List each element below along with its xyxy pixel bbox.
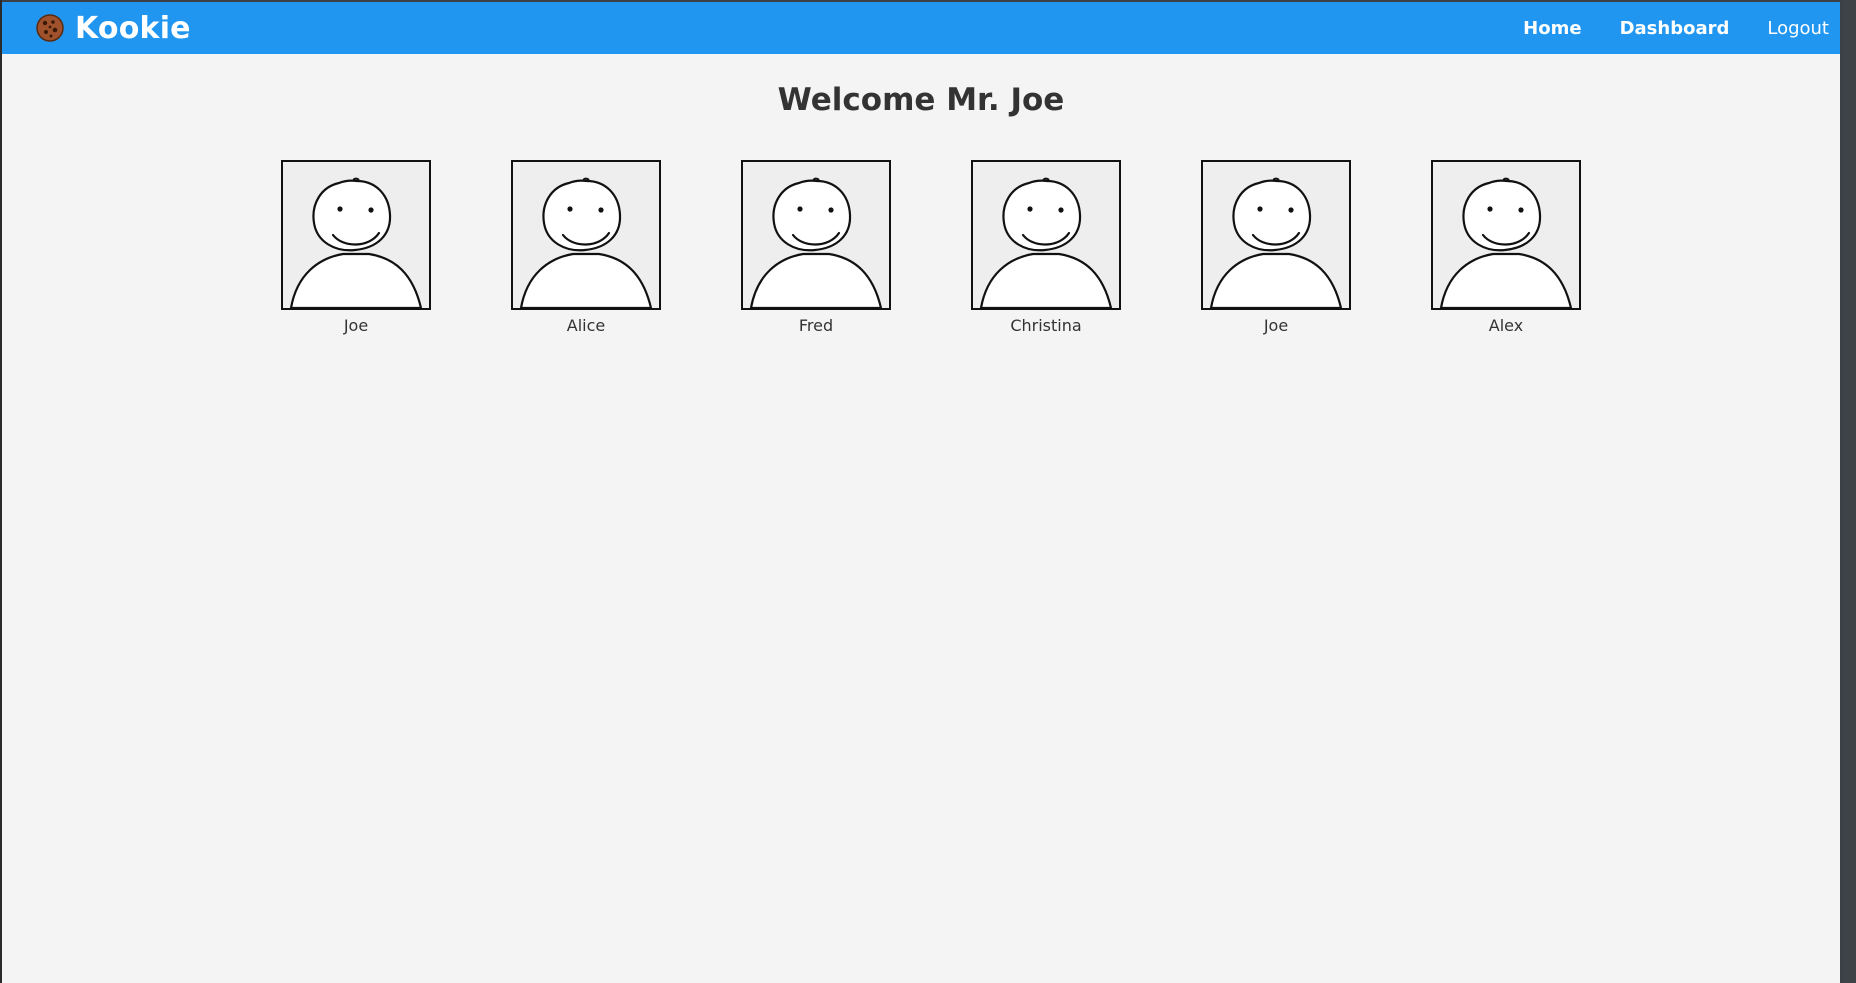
person-name: Alice [566, 316, 606, 335]
person-name: Joe [1263, 316, 1289, 335]
avatar-smiley-icon[interactable] [741, 160, 891, 310]
avatar-smiley-icon[interactable] [511, 160, 661, 310]
people-grid: Joe Alice Fred Christina Joe Alex [281, 160, 1581, 335]
avatar-smiley-icon[interactable] [1201, 160, 1351, 310]
nav-dashboard-link[interactable]: Dashboard [1620, 18, 1730, 39]
person-name: Christina [1010, 316, 1082, 335]
nav-logout-link[interactable]: Logout [1767, 18, 1829, 39]
person-card[interactable]: Fred [741, 160, 891, 335]
person-card[interactable]: Joe [1201, 160, 1351, 335]
page-title: Welcome Mr. Joe [777, 82, 1065, 118]
person-card[interactable]: Christina [971, 160, 1121, 335]
nav-home-link[interactable]: Home [1523, 18, 1581, 39]
brand-link[interactable]: Kookie [35, 2, 191, 54]
avatar-smiley-icon[interactable] [281, 160, 431, 310]
cookie-icon [35, 13, 65, 43]
person-name: Alex [1488, 316, 1524, 335]
scrollbar[interactable] [1842, 0, 1856, 983]
browser-page: Kookie Home Dashboard Logout Welcome Mr.… [2, 2, 1840, 983]
brand-name: Kookie [75, 10, 191, 46]
person-name: Joe [343, 316, 369, 335]
person-card[interactable]: Alex [1431, 160, 1581, 335]
person-name: Fred [798, 316, 834, 335]
avatar-smiley-icon[interactable] [971, 160, 1121, 310]
person-card[interactable]: Alice [511, 160, 661, 335]
person-card[interactable]: Joe [281, 160, 431, 335]
nav-links: Home Dashboard Logout [1485, 2, 1829, 54]
avatar-smiley-icon[interactable] [1431, 160, 1581, 310]
navbar: Kookie Home Dashboard Logout [2, 2, 1840, 54]
